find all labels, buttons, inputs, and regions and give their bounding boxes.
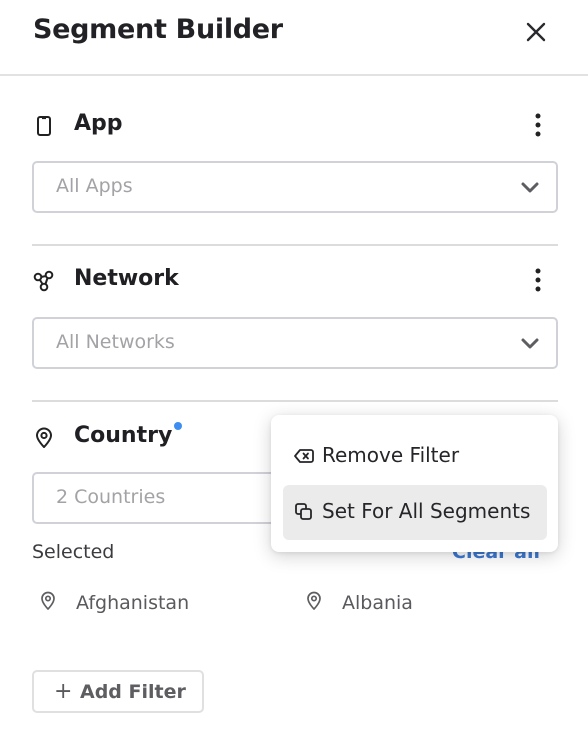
app-select-placeholder: All Apps [56,175,133,197]
add-filter-button[interactable]: + Add Filter [32,670,204,713]
location-pin-icon [307,591,321,610]
network-nodes-icon [33,270,54,292]
page-title: Segment Builder [33,14,283,45]
more-options-icon[interactable] [526,110,550,140]
country-filter-label: Country [74,422,183,448]
filter-options-menu: Remove Filter Set For All Segments [271,415,558,552]
chevron-down-icon [521,338,539,349]
copy-icon [295,503,312,520]
menu-item-set-for-all-segments[interactable]: Set For All Segments [283,485,547,540]
modified-indicator-dot [174,422,183,430]
section-divider [32,400,558,402]
panel-header: Segment Builder [0,0,588,76]
network-filter-header: Network [32,261,558,301]
menu-item-remove-filter[interactable]: Remove Filter [283,429,547,484]
backspace-x-icon [294,449,314,463]
menu-item-label: Set For All Segments [322,499,531,523]
network-select-placeholder: All Networks [56,331,175,353]
selected-label: Selected [32,541,115,563]
country-label-text: Country [74,423,173,448]
plus-icon: + [54,679,73,704]
close-icon [526,22,546,42]
location-pin-icon [41,591,55,610]
section-divider [32,244,558,246]
app-filter-section: App All Apps [32,106,558,213]
mobile-phone-icon [37,116,51,136]
app-select[interactable]: All Apps [32,161,558,213]
selected-country-label: Albania [342,592,413,614]
network-filter-label: Network [74,266,179,291]
country-select-value: 2 Countries [56,486,166,508]
network-select[interactable]: All Networks [32,317,558,369]
menu-item-label: Remove Filter [322,443,460,467]
chevron-down-icon [521,182,539,193]
app-filter-header: App [32,106,558,146]
more-options-icon[interactable] [526,265,550,295]
add-filter-label: Add Filter [80,681,186,703]
app-filter-label: App [74,111,123,136]
close-button[interactable] [520,16,552,48]
network-filter-section: Network All Networks [32,261,558,369]
selected-country-label: Afghanistan [76,592,190,614]
location-pin-icon [36,427,52,448]
